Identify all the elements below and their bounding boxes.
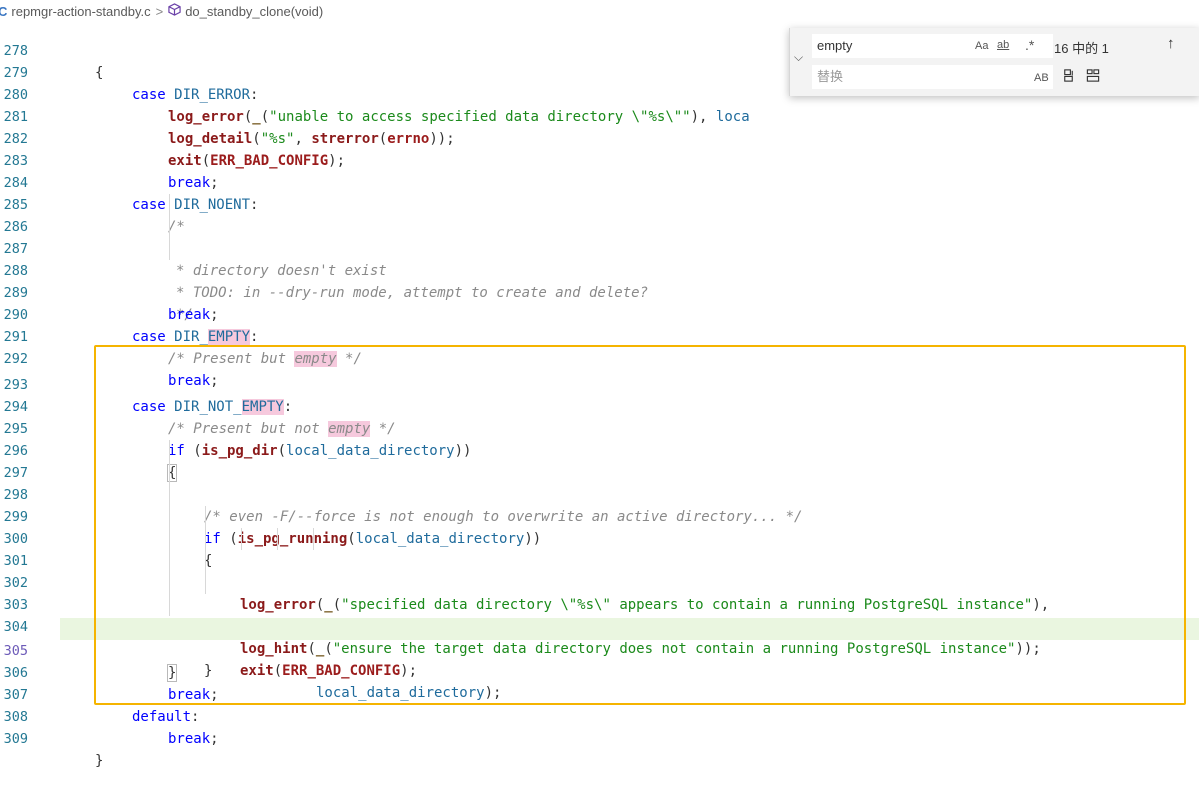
- code-line[interactable]: 287 * TODO: in --dry-run mode, attempt t…: [0, 216, 1199, 301]
- code-line[interactable]: 306 break;: [0, 640, 1199, 703]
- code-line[interactable]: 301 local_data_directory);: [0, 528, 1199, 701]
- code-line[interactable]: 285 /*: [0, 172, 1199, 235]
- code-line[interactable]: 286 * directory doesn't exist: [0, 194, 1199, 279]
- match-count: 16 中的 1: [1054, 41, 1109, 56]
- code-line[interactable]: 303 exit(ERR_BAD_CONFIG);: [0, 572, 1199, 679]
- breadcrumb-file[interactable]: repmgr-action-standby.c: [11, 4, 150, 19]
- code-line[interactable]: 290 case DIR_EMPTY:: [0, 282, 1199, 345]
- code-line[interactable]: 282 exit(ERR_BAD_CONFIG);: [0, 106, 1199, 169]
- code-line[interactable]: 309 }: [0, 706, 1199, 769]
- code-line[interactable]: 300 log_error(_("specified data director…: [0, 506, 1199, 613]
- replace-input[interactable]: 替换: [812, 65, 1053, 89]
- code-line[interactable]: 307 default:: [0, 662, 1199, 725]
- c-file-icon: C: [0, 3, 8, 19]
- toggle-replace-chevron-icon[interactable]: ⌵: [794, 50, 803, 65]
- code-line[interactable]: 292 break;: [0, 326, 1199, 389]
- replace-all-icon[interactable]: [1085, 68, 1101, 87]
- code-line[interactable]: 289 break;: [0, 260, 1199, 323]
- code-editor[interactable]: 278 { 279 case DIR_ERROR: 280 log_error(…: [0, 0, 1199, 769]
- code-line[interactable]: 299 {: [0, 484, 1199, 569]
- code-line[interactable]: 297 /* even -F/--force is not enough to …: [0, 440, 1199, 525]
- line-number: 304: [3, 619, 28, 635]
- current-line[interactable]: 305 }: [4, 618, 1199, 682]
- find-replace-widget: ⌵ empty Aa ab .* 16 中的 1 ↑ 替换 AB: [789, 28, 1199, 96]
- code-line[interactable]: 294 /* Present but not empty */: [0, 374, 1199, 437]
- preserve-case-toggle[interactable]: AB: [1034, 72, 1049, 84]
- breadcrumb: C repmgr-action-standby.c > do_standby_c…: [0, 0, 1199, 22]
- regex-toggle[interactable]: .*: [1025, 37, 1034, 53]
- code-line[interactable]: 293 case DIR_NOT_EMPTY:: [0, 352, 1199, 415]
- code-line[interactable]: 304 }: [0, 594, 1199, 679]
- match-case-toggle[interactable]: Aa: [975, 40, 988, 52]
- code-line[interactable]: 291 /* Present but empty */: [0, 304, 1199, 367]
- function-cube-icon: [168, 3, 181, 19]
- previous-match-arrow-icon[interactable]: ↑: [1167, 35, 1175, 52]
- code-line[interactable]: 296 {: [0, 418, 1199, 482]
- code-line[interactable]: 302 log_hint(_("ensure the target data d…: [0, 550, 1199, 657]
- breadcrumb-symbol[interactable]: do_standby_clone(void): [185, 4, 323, 19]
- code-line[interactable]: 295 if (is_pg_dir(local_data_directory)): [0, 396, 1199, 459]
- replace-one-icon[interactable]: [1061, 68, 1076, 87]
- whole-word-toggle[interactable]: ab: [997, 39, 1009, 51]
- code-line[interactable]: 298 if (is_pg_running(local_data_directo…: [0, 462, 1199, 547]
- breadcrumb-separator: >: [155, 3, 164, 19]
- code-line[interactable]: 308 break;: [0, 684, 1199, 747]
- line-number: 309: [3, 731, 28, 747]
- code-line[interactable]: 283 break;: [0, 128, 1199, 191]
- code-line[interactable]: 288 */: [0, 238, 1199, 323]
- find-input[interactable]: empty: [812, 34, 1053, 58]
- code-line[interactable]: 284 case DIR_NOENT:: [0, 150, 1199, 213]
